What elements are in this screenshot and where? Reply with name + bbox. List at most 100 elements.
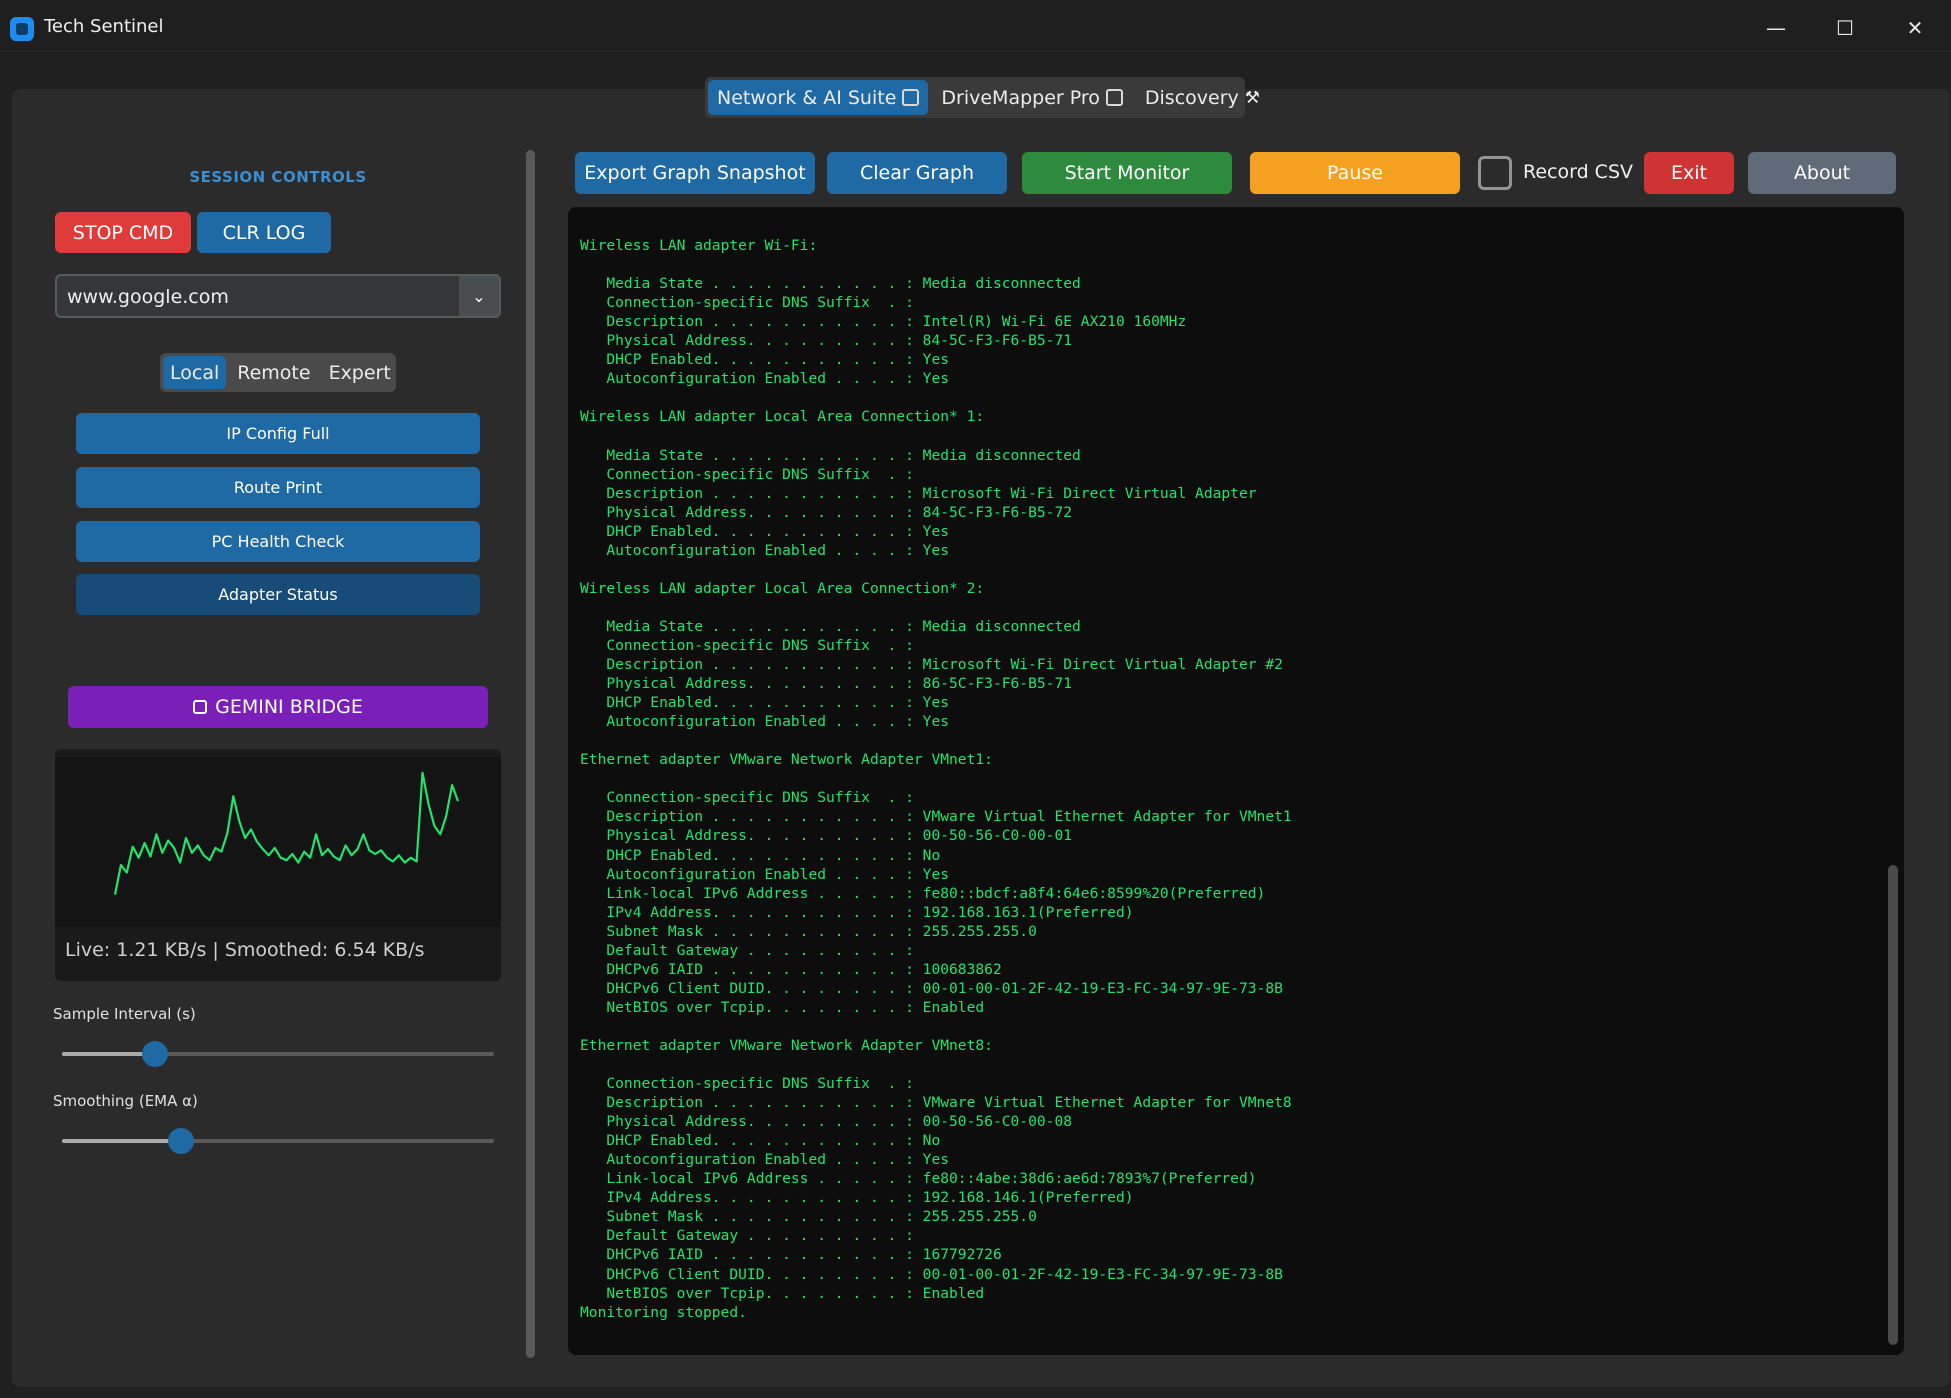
minimize-button[interactable]: — (1748, 8, 1804, 48)
console-line: Subnet Mask . . . . . . . . . . . : 255.… (580, 922, 1037, 940)
graph-status-text: Live: 1.21 KB/s | Smoothed: 6.54 KB/s (65, 939, 425, 961)
console-line: Description . . . . . . . . . . . : VMwa… (580, 808, 1292, 826)
magic-wand-icon: ⚒ (1244, 87, 1261, 108)
console-line: Link-local IPv6 Address . . . . . : fe80… (580, 884, 1266, 902)
mode-tab-local[interactable]: Local (163, 356, 227, 389)
console-line: DHCP Enabled. . . . . . . . . . . : No (580, 846, 941, 864)
console-line: Physical Address. . . . . . . . . : 86-5… (580, 675, 1073, 693)
console-line: Physical Address. . . . . . . . . : 84-5… (580, 332, 1073, 350)
tab-network-ai-suite[interactable]: Network & AI Suite (708, 80, 929, 115)
console-line: Description . . . . . . . . . . . : Micr… (580, 656, 1283, 674)
slider-fill (62, 1139, 181, 1143)
throughput-line (113, 771, 460, 895)
adapter-status-button[interactable]: Adapter Status (76, 574, 480, 615)
mode-segmented-control: Local Remote Expert (160, 353, 396, 392)
console-line: Default Gateway . . . . . . . . . : (580, 1227, 914, 1245)
clear-graph-button[interactable]: Clear Graph (827, 152, 1007, 194)
console-line: Wireless LAN adapter Wi-Fi: (580, 237, 818, 254)
console-line: DHCP Enabled. . . . . . . . . . . : No (580, 1132, 941, 1150)
maximize-button[interactable]: ☐ (1817, 8, 1873, 48)
console-output[interactable]: Wireless LAN adapter Wi-Fi: Media State … (568, 207, 1904, 1355)
mode-tab-remote[interactable]: Remote (230, 356, 317, 389)
about-button[interactable]: About (1748, 152, 1896, 194)
slider-fill (62, 1052, 155, 1056)
smoothing-slider[interactable] (62, 1128, 494, 1154)
stop-cmd-button[interactable]: STOP CMD (55, 212, 191, 253)
console-line: DHCPv6 Client DUID. . . . . . . . : 00-0… (580, 979, 1283, 997)
left-panel-scrollbar[interactable] (526, 150, 535, 1358)
console-line: DHCP Enabled. . . . . . . . . . . : Yes (580, 351, 950, 369)
console-line: Connection-specific DNS Suffix . : (580, 294, 914, 312)
console-line: Monitoring stopped. (580, 1303, 747, 1321)
console-line: Connection-specific DNS Suffix . : (580, 465, 914, 483)
console-line: Description . . . . . . . . . . . : VMwa… (580, 1094, 1292, 1112)
console-line: Wireless LAN adapter Local Area Connecti… (580, 408, 985, 426)
ip-config-full-button[interactable]: IP Config Full (76, 413, 480, 454)
console-line: Media State . . . . . . . . . . . : Medi… (580, 446, 1081, 464)
console-line: DHCPv6 Client DUID. . . . . . . . : 00-0… (580, 1265, 1283, 1283)
pc-health-check-button[interactable]: PC Health Check (76, 521, 480, 562)
tab-drivemapper-pro[interactable]: DriveMapper Pro (932, 80, 1132, 115)
mode-tab-expert[interactable]: Expert (322, 356, 398, 389)
target-host-value: www.google.com (67, 286, 229, 308)
export-graph-snapshot-button[interactable]: Export Graph Snapshot (575, 152, 815, 194)
slider-handle[interactable] (141, 1041, 168, 1067)
window-title: Tech Sentinel (44, 16, 164, 37)
console-line: Physical Address. . . . . . . . . : 00-5… (580, 827, 1073, 845)
record-csv-label: Record CSV (1523, 161, 1634, 183)
throughput-graph (55, 757, 501, 927)
console-line: Media State . . . . . . . . . . . : Medi… (580, 617, 1081, 635)
tab-label: Network & AI Suite (717, 86, 897, 109)
gemini-bridge-label: GEMINI BRIDGE (215, 696, 363, 718)
console-line: NetBIOS over Tcpip. . . . . . . . : Enab… (580, 998, 985, 1016)
console-line: Default Gateway . . . . . . . . . : (580, 941, 914, 959)
target-host-combobox[interactable]: www.google.com ⌄ (55, 274, 501, 318)
app-logo-icon (10, 17, 34, 41)
console-line: Ethernet adapter VMware Network Adapter … (580, 751, 993, 769)
console-line: Autoconfiguration Enabled . . . . : Yes (580, 370, 950, 388)
console-line: Physical Address. . . . . . . . . : 84-5… (580, 503, 1073, 521)
tab-discovery[interactable]: Discovery ⚒ (1136, 80, 1269, 115)
record-csv-checkbox[interactable] (1478, 156, 1512, 190)
console-line: Ethernet adapter VMware Network Adapter … (580, 1036, 993, 1054)
clear-log-button[interactable]: CLR LOG (197, 212, 331, 253)
pause-button[interactable]: Pause (1250, 152, 1460, 194)
route-print-button[interactable]: Route Print (76, 467, 480, 508)
console-line: Physical Address. . . . . . . . . : 00-5… (580, 1113, 1073, 1131)
exit-button[interactable]: Exit (1644, 152, 1734, 194)
session-controls-heading: SESSION CONTROLS (189, 168, 367, 186)
console-line: DHCP Enabled. . . . . . . . . . . : Yes (580, 522, 950, 540)
console-line: Connection-specific DNS Suffix . : (580, 636, 914, 654)
slider-handle[interactable] (167, 1128, 194, 1154)
floppy-disk-icon (1105, 89, 1123, 106)
console-line: Subnet Mask . . . . . . . . . . . : 255.… (580, 1208, 1037, 1226)
gemini-bridge-button[interactable]: GEMINI BRIDGE (68, 686, 488, 728)
console-line: Autoconfiguration Enabled . . . . : Yes (580, 713, 950, 731)
console-line: DHCPv6 IAID . . . . . . . . . . . : 1677… (580, 1246, 1002, 1264)
console-line: IPv4 Address. . . . . . . . . . . : 192.… (580, 1189, 1134, 1207)
start-monitor-button[interactable]: Start Monitor (1022, 152, 1232, 194)
sample-interval-label: Sample Interval (s) (53, 1005, 196, 1023)
sample-interval-slider[interactable] (62, 1041, 494, 1067)
close-button[interactable]: ✕ (1887, 8, 1943, 48)
console-scrollbar[interactable] (1888, 865, 1898, 1345)
console-line: Link-local IPv6 Address . . . . . : fe80… (580, 1170, 1257, 1188)
console-line: Description . . . . . . . . . . . : Inte… (580, 313, 1187, 331)
console-line: Autoconfiguration Enabled . . . . : Yes (580, 1151, 950, 1169)
title-bar: Tech Sentinel — ☐ ✕ (0, 0, 1951, 52)
tab-label: Discovery (1144, 86, 1239, 109)
throughput-sparkline (113, 771, 460, 895)
console-line: Wireless LAN adapter Local Area Connecti… (580, 579, 985, 597)
smoothing-label: Smoothing (EMA α) (53, 1092, 198, 1110)
chevron-down-icon[interactable]: ⌄ (459, 276, 499, 316)
console-log-text: Wireless LAN adapter Wi-Fi: Media State … (580, 236, 1292, 1322)
